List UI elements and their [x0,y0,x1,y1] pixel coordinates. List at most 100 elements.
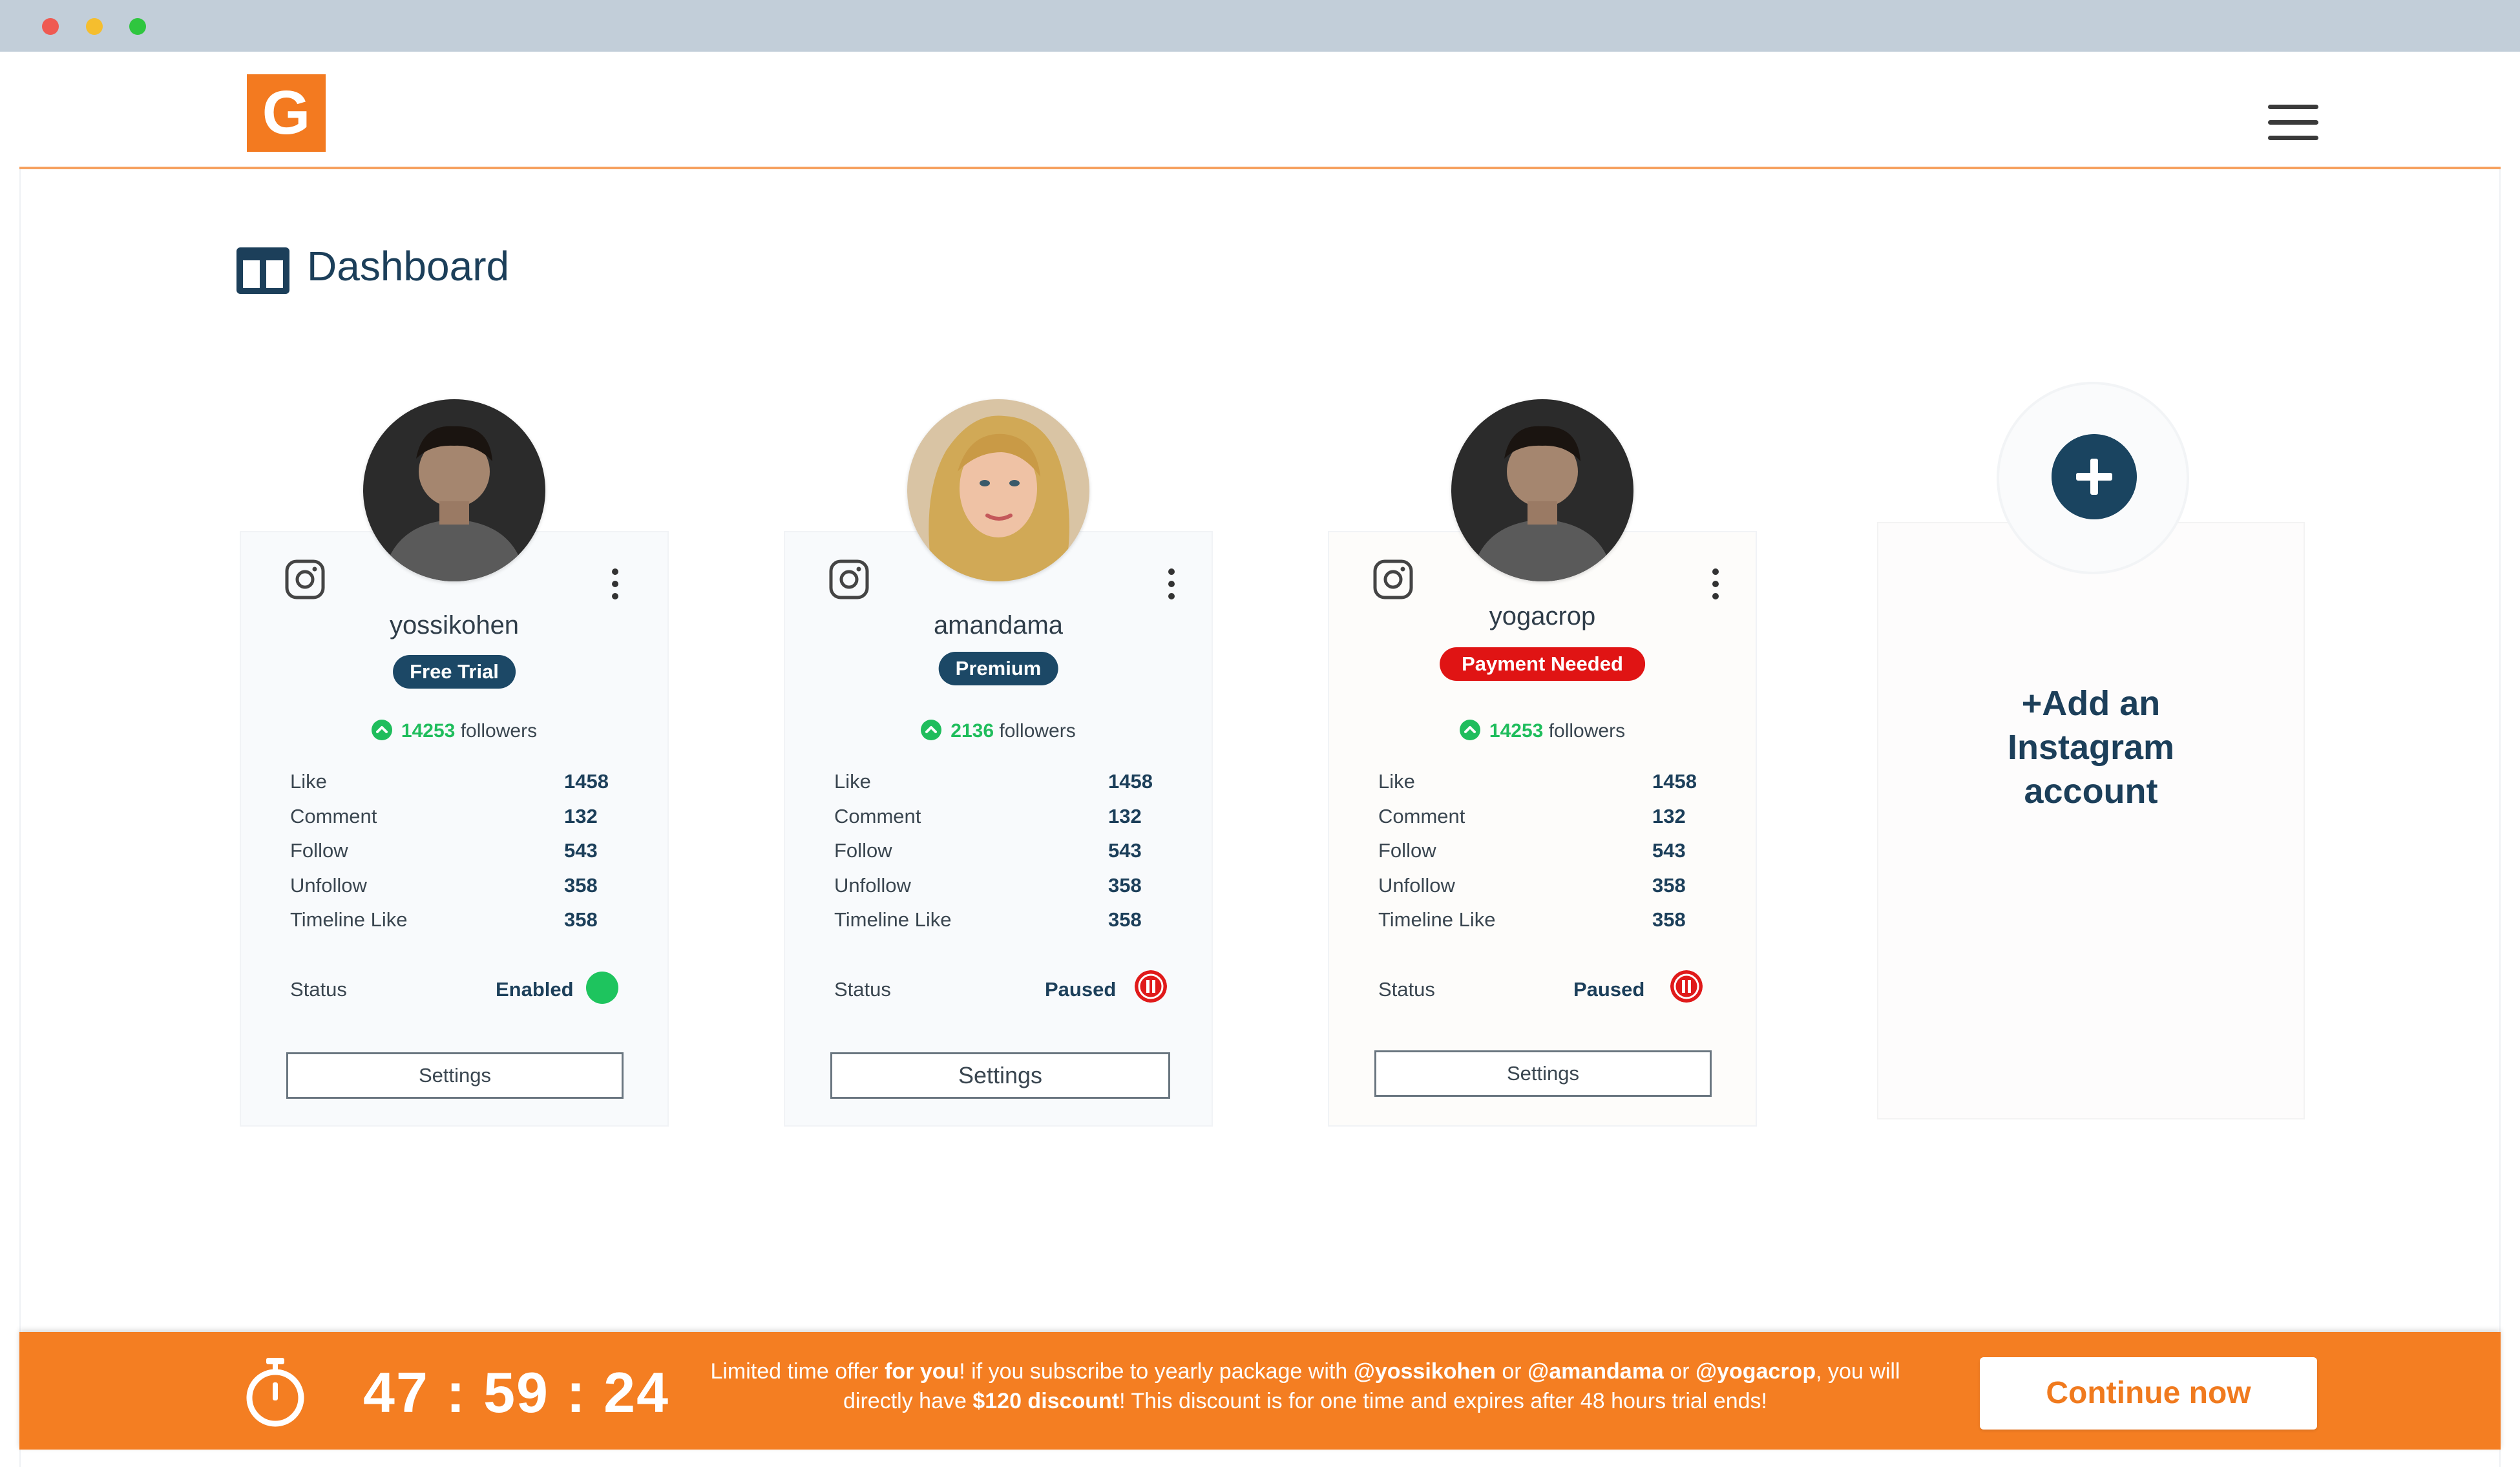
stats-list: Like 1458 Comment 132 Follow 543 Unfollow 35… [834,770,1170,943]
stat-value: 358 [1652,873,1686,897]
more-options-icon[interactable] [1710,568,1721,599]
plan-badge: Payment Needed [1440,647,1645,681]
stat-row: Like 1458 [834,770,1170,805]
stat-value: 543 [1652,839,1686,862]
pause-icon[interactable] [1670,970,1703,1003]
stat-row: Follow 543 [1378,839,1714,874]
status-row: Status Paused [1378,970,1714,1003]
stat-row: Follow 543 [834,839,1170,874]
trend-up-icon [1459,720,1480,740]
account-card-amandama: amandama Premium 2136 followers Like 1458… [784,531,1213,1127]
stat-label: Like [834,770,871,793]
stat-label: Follow [834,839,892,862]
status-row: Status Paused [834,970,1170,1003]
stat-value: 1458 [564,770,609,793]
top-header [19,52,2501,169]
stat-row: Comment 132 [1378,805,1714,840]
settings-button[interactable]: Settings [286,1052,624,1099]
status-label: Status [834,978,891,1001]
stat-label: Like [1378,770,1415,793]
stat-value: 132 [564,804,598,827]
status-row: Status Enabled [290,972,626,1004]
stat-value: 132 [1652,804,1686,827]
stat-value: 358 [1108,908,1142,931]
add-account-line: +Add an [2021,684,2161,723]
status-value: Paused [1573,978,1645,1001]
followers-count: 14253 followers [1329,720,1756,742]
stat-label: Follow [1378,839,1436,862]
close-window-button[interactable] [42,18,59,35]
stat-label: Unfollow [834,873,911,897]
followers-count: 2136 followers [785,720,1212,742]
stat-row: Comment 132 [834,805,1170,840]
followers-number: 14253 [1489,720,1544,742]
trend-up-icon [921,720,942,740]
stat-value: 132 [1108,804,1142,827]
account-username: yogacrop [1489,602,1596,630]
followers-count: 14253 followers [241,720,667,742]
plan-badge: Free Trial [393,655,516,689]
dashboard-icon [236,247,289,294]
plus-icon[interactable] [2052,434,2137,519]
plan-badge: Premium [938,652,1058,685]
stat-value: 1458 [1108,770,1153,793]
instagram-icon [1373,559,1413,599]
page-title: Dashboard [307,243,510,289]
add-account-line: account [2024,772,2158,811]
stat-label: Timeline Like [290,908,408,931]
status-label: Status [1378,978,1435,1001]
add-account-label[interactable]: +Add an Instagram account [1877,681,2305,813]
stat-label: Like [290,770,327,793]
account-username: yossikohen [389,611,520,640]
add-account-line: Instagram [2007,728,2175,767]
brand-logo[interactable]: G [247,74,326,152]
minimize-window-button[interactable] [86,18,103,35]
followers-number: 14253 [401,720,456,742]
status-enabled-icon[interactable] [586,972,618,1004]
avatar[interactable] [363,399,545,581]
account-card-yossikohen: yossikohen Free Trial 14253 followers Li… [240,531,669,1127]
followers-label: followers [460,720,538,742]
account-username: amandama [933,611,1064,640]
add-account-card[interactable] [1877,522,2305,1119]
hamburger-icon[interactable] [2268,105,2318,141]
stat-row: Unfollow 358 [1378,874,1714,909]
account-card-yogacrop: yogacrop Payment Needed 14253 followers … [1328,531,1757,1127]
trend-up-icon [371,720,392,740]
stat-row: Unfollow 358 [290,874,626,909]
continue-now-button[interactable]: Continue now [1980,1357,2317,1430]
stat-row: Timeline Like 358 [834,908,1170,943]
stat-row: Like 1458 [290,770,626,805]
stat-value: 543 [564,839,598,862]
stat-value: 358 [564,908,598,931]
followers-label: followers [1548,720,1626,742]
stats-list: Like 1458 Comment 132 Follow 543 Unfollow 35… [1378,770,1714,943]
stat-label: Timeline Like [834,908,952,931]
stat-row: Unfollow 358 [834,874,1170,909]
instagram-icon [285,559,325,599]
stats-list: Like 1458 Comment 132 Follow 543 Unfollow 35… [290,770,626,943]
status-label: Status [290,978,347,1001]
maximize-window-button[interactable] [129,18,146,35]
more-options-icon[interactable] [1166,568,1177,599]
window-titlebar [0,0,2520,52]
status-value: Enabled [496,978,574,1001]
stat-label: Comment [834,804,921,827]
stat-row: Follow 543 [290,839,626,874]
stat-value: 358 [1652,908,1686,931]
countdown-timer: 47 : 59 : 24 [363,1360,670,1424]
stat-value: 358 [1108,873,1142,897]
stat-value: 358 [564,873,598,897]
settings-button[interactable]: Settings [1374,1050,1712,1097]
stat-row: Comment 132 [290,805,626,840]
settings-button[interactable]: Settings [830,1052,1170,1099]
more-options-icon[interactable] [610,568,620,599]
offer-text: Limited time offer for you! if you subsc… [710,1359,1900,1413]
avatar[interactable] [907,399,1089,581]
stat-label: Unfollow [290,873,367,897]
pause-icon[interactable] [1135,970,1167,1003]
stat-label: Unfollow [1378,873,1455,897]
avatar[interactable] [1451,399,1633,581]
stat-value: 1458 [1652,770,1697,793]
stat-label: Timeline Like [1378,908,1496,931]
